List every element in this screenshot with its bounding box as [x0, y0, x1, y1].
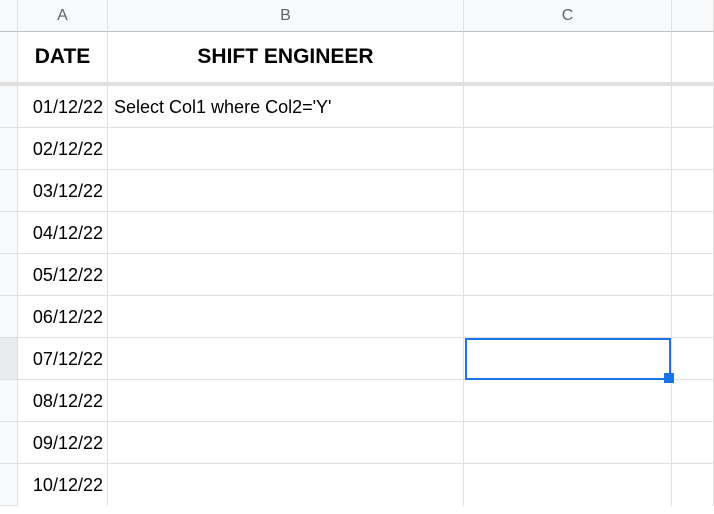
col-header-b[interactable]: B: [108, 0, 464, 32]
cell-c4[interactable]: [464, 170, 672, 212]
col-header-a[interactable]: A: [18, 0, 108, 32]
corner-header[interactable]: [0, 0, 18, 32]
cell-c8[interactable]: [464, 338, 672, 380]
cell-d3[interactable]: [672, 128, 714, 170]
header-engineer[interactable]: SHIFT ENGINEER: [108, 32, 464, 86]
cell-b9[interactable]: [108, 380, 464, 422]
row-header[interactable]: [0, 296, 18, 338]
cell-a10[interactable]: 09/12/22: [18, 422, 108, 464]
row-header-1[interactable]: [0, 32, 18, 86]
cell-c9[interactable]: [464, 380, 672, 422]
row-header[interactable]: [0, 464, 18, 506]
row-header[interactable]: [0, 170, 18, 212]
cell-b6[interactable]: [108, 254, 464, 296]
header-d[interactable]: [672, 32, 714, 86]
header-c[interactable]: [464, 32, 672, 86]
cell-b8[interactable]: [108, 338, 464, 380]
cell-d11[interactable]: [672, 464, 714, 506]
cell-c5[interactable]: [464, 212, 672, 254]
row-header[interactable]: [0, 254, 18, 296]
row-header[interactable]: [0, 128, 18, 170]
row-header[interactable]: [0, 86, 18, 128]
cell-d10[interactable]: [672, 422, 714, 464]
header-date[interactable]: DATE: [18, 32, 108, 86]
cell-d7[interactable]: [672, 296, 714, 338]
cell-c7[interactable]: [464, 296, 672, 338]
cell-a9[interactable]: 08/12/22: [18, 380, 108, 422]
cell-a5[interactable]: 04/12/22: [18, 212, 108, 254]
cell-d9[interactable]: [672, 380, 714, 422]
cell-c2[interactable]: [464, 86, 672, 128]
cell-a4[interactable]: 03/12/22: [18, 170, 108, 212]
cell-d2[interactable]: [672, 86, 714, 128]
cell-d5[interactable]: [672, 212, 714, 254]
cell-d8[interactable]: [672, 338, 714, 380]
cell-b4[interactable]: [108, 170, 464, 212]
cell-b10[interactable]: [108, 422, 464, 464]
row-header[interactable]: [0, 380, 18, 422]
cell-d6[interactable]: [672, 254, 714, 296]
row-header[interactable]: [0, 212, 18, 254]
cell-d4[interactable]: [672, 170, 714, 212]
row-header[interactable]: [0, 422, 18, 464]
cell-a7[interactable]: 06/12/22: [18, 296, 108, 338]
cell-b2[interactable]: Select Col1 where Col2='Y': [108, 86, 464, 128]
cell-a8[interactable]: 07/12/22: [18, 338, 108, 380]
cell-b11[interactable]: [108, 464, 464, 506]
row-header[interactable]: [0, 338, 18, 380]
cell-b3[interactable]: [108, 128, 464, 170]
col-header-d[interactable]: [672, 0, 714, 32]
cell-c3[interactable]: [464, 128, 672, 170]
cell-b7[interactable]: [108, 296, 464, 338]
cell-a6[interactable]: 05/12/22: [18, 254, 108, 296]
cell-c10[interactable]: [464, 422, 672, 464]
cell-b5[interactable]: [108, 212, 464, 254]
cell-a2[interactable]: 01/12/22: [18, 86, 108, 128]
cell-c6[interactable]: [464, 254, 672, 296]
cell-c11[interactable]: [464, 464, 672, 506]
cell-a11[interactable]: 10/12/22: [18, 464, 108, 506]
spreadsheet-grid[interactable]: A B C DATE SHIFT ENGINEER 01/12/22 Selec…: [0, 0, 714, 506]
cell-a3[interactable]: 02/12/22: [18, 128, 108, 170]
col-header-c[interactable]: C: [464, 0, 672, 32]
